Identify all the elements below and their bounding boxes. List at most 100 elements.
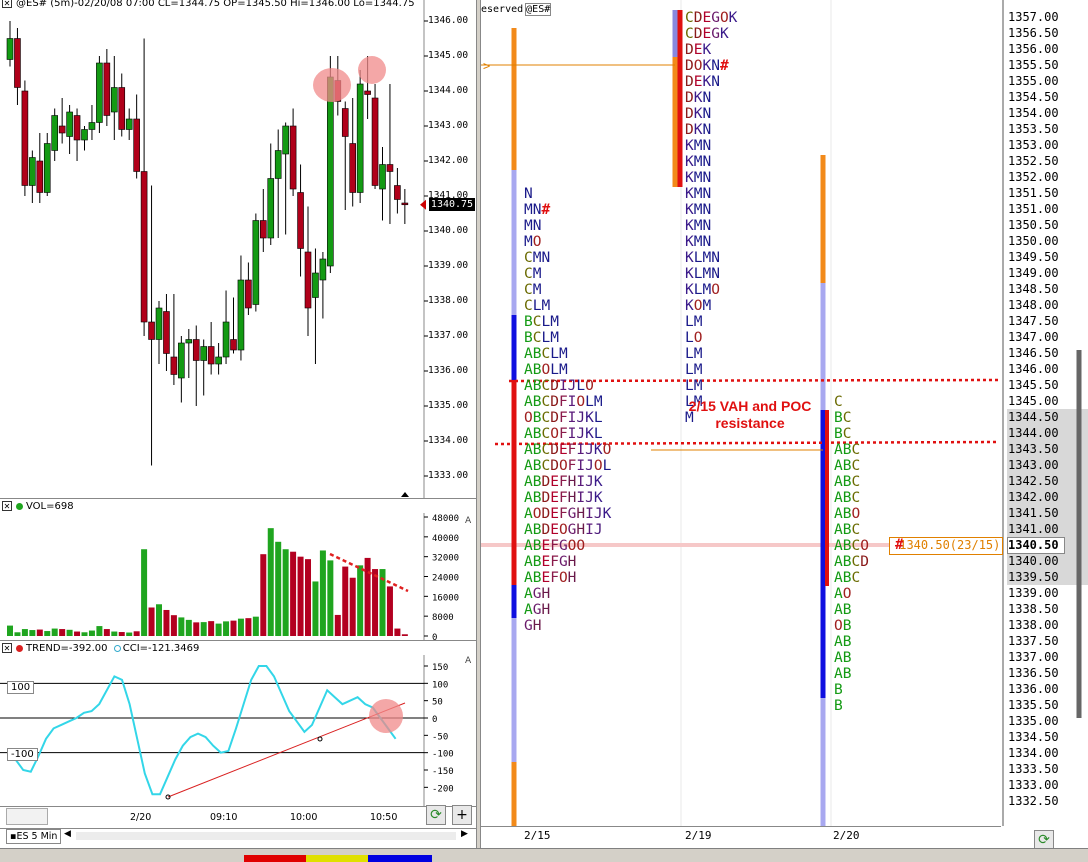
mp-price-tick-label: 1349.00 xyxy=(1008,266,1059,280)
scroll-right-arrow-icon[interactable]: ▶ xyxy=(461,829,468,839)
price-tick-label: 1333.00 xyxy=(428,470,469,481)
candle-body xyxy=(207,346,215,365)
tpo-letter: B xyxy=(842,666,852,682)
candle-body xyxy=(297,192,304,249)
volume-pane[interactable]: ✕ VOL=698 48000 40000 32000 24000 16000 8000 0 xyxy=(0,498,476,641)
axis-letter-price[interactable]: A xyxy=(465,516,471,526)
tpo-letter: O xyxy=(693,330,703,346)
tpo-letter: O xyxy=(576,538,586,554)
annotation-text: 2/15 VAH and POC resistance xyxy=(688,398,812,431)
tpo-letter: C xyxy=(524,250,533,266)
profile-2-19-row: LM xyxy=(685,314,737,330)
scroll-left-arrow-icon[interactable]: ◀ xyxy=(64,829,71,839)
tpo-letter: C xyxy=(541,442,551,458)
profile-2-19-row: KLMO xyxy=(685,282,737,298)
tpo-letter: K xyxy=(685,202,694,218)
market-profile-pane[interactable]: > eserved @ES# N MN# MN MO CMN CM CM CLM BCLM BCLM… xyxy=(481,0,1088,850)
volume-bar xyxy=(282,549,289,636)
tpo-letter: O xyxy=(541,362,551,378)
tpo-letter: N xyxy=(702,106,712,122)
mp-price-tick-label: 1343.50 xyxy=(1008,442,1059,456)
candle-body xyxy=(133,118,140,172)
candle-body xyxy=(43,143,51,193)
cci-tick-label: 150 xyxy=(432,663,448,673)
mp-price-tick-label: 1337.50 xyxy=(1008,634,1059,648)
tpo-letter: A xyxy=(834,442,843,458)
candle-body xyxy=(237,279,245,351)
candle-body xyxy=(401,202,409,206)
profile-2-19-row: KMN xyxy=(685,218,737,234)
volume-bar xyxy=(297,556,304,636)
candle-body xyxy=(140,171,148,323)
tpo-letter: N xyxy=(702,202,712,218)
mp-price-tick-label: 1351.50 xyxy=(1008,186,1059,200)
profile-2-15-row: ABCOFIJKL xyxy=(524,426,611,442)
profile-2-20-row: AB xyxy=(834,602,869,618)
tpo-letter: K xyxy=(702,42,712,58)
tpo-letter: L xyxy=(593,426,603,442)
volume-bar xyxy=(386,586,393,636)
mp-price-tick-label: 1334.00 xyxy=(1008,746,1059,760)
tpo-letter: D xyxy=(685,122,694,138)
mp-price-tick-label: 1342.50 xyxy=(1008,474,1059,488)
cci-pane[interactable]: ✕ TREND=-392.00 CCI=-121.3469 150 100 50 0 -5… xyxy=(0,640,476,807)
tpo-letter: A xyxy=(834,490,843,506)
mp-price-tick-label: 1333.00 xyxy=(1008,778,1059,792)
candle-body xyxy=(111,87,118,113)
tpo-letter: O xyxy=(532,234,542,250)
tpo-letter: C xyxy=(851,458,861,474)
tpo-letter: A xyxy=(834,458,843,474)
mp-header-text: eserved xyxy=(481,4,524,15)
profile-2-15-row: AGH xyxy=(524,602,611,618)
tpo-letter: D xyxy=(541,490,551,506)
tab-es-5min[interactable]: ▪ES 5 Min xyxy=(6,829,62,844)
mp-price-tick-label: 1344.00 xyxy=(1008,426,1059,440)
trend-pivot-marker xyxy=(317,736,323,742)
tpo-letter: L xyxy=(593,410,603,426)
cci-tick-label: 100 xyxy=(432,680,448,690)
volume-bar xyxy=(305,559,311,636)
plus-icon: + xyxy=(456,807,468,823)
profile-2-15-row: ABDEOGHIJ xyxy=(524,522,611,538)
volume-tick-label: 16000 xyxy=(432,593,459,603)
horizontal-scrollbar[interactable] xyxy=(76,832,456,840)
volume-bar xyxy=(237,618,244,636)
profile-2-20-row: ABCD xyxy=(834,554,869,570)
price-tick-label: 1346.00 xyxy=(428,15,469,26)
candle-body xyxy=(178,342,185,379)
tpo-letter: K xyxy=(585,410,594,426)
add-pane-button[interactable]: + xyxy=(452,805,472,825)
time-tick-label: 10:00 xyxy=(290,812,318,823)
tpo-letter: A xyxy=(524,426,533,442)
price-axis: 1346.00 1345.00 1344.00 1343.00 1342.00 1341.… xyxy=(424,0,476,498)
candlestick-chart[interactable] xyxy=(0,0,476,498)
profile-2-19-row: KMN xyxy=(685,170,737,186)
tpo-letter: E xyxy=(541,554,551,570)
volume-bar xyxy=(215,623,222,636)
tpo-letter: J xyxy=(585,490,594,506)
tpo-letter: C xyxy=(524,298,533,314)
price-chart-pane[interactable]: ✕ @ES# (5m)-02/20/08 07:00 CL=1344.75 OP=… xyxy=(0,0,476,498)
poc-bar xyxy=(825,410,829,586)
tpo-letter: L xyxy=(685,314,694,330)
volume-tick-label: 24000 xyxy=(432,574,459,584)
tpo-letter: O xyxy=(860,538,869,554)
tpo-letter: H xyxy=(576,522,586,538)
tpo-letter: A xyxy=(834,634,843,650)
tpo-letter: D xyxy=(550,458,559,474)
axis-letter-cci[interactable]: A xyxy=(465,656,471,666)
volume-bar xyxy=(66,629,73,636)
refresh-button[interactable]: ⟳ xyxy=(426,805,446,825)
refresh-button[interactable]: ⟳ xyxy=(1034,830,1054,850)
volume-bar xyxy=(44,631,51,636)
mp-date-label: 2/15 xyxy=(524,829,551,842)
volume-tick-label: 40000 xyxy=(432,534,459,544)
cci-chart: 150 100 50 0 -50 -100 -150 -200 xyxy=(0,655,454,807)
tpo-letter: O xyxy=(558,522,568,538)
range-bar-lavender xyxy=(672,10,678,57)
profile-2-19-row: CDEGOK xyxy=(685,10,737,26)
tpo-letter: A xyxy=(834,602,843,618)
volume-bar xyxy=(81,632,88,636)
profile-2-15-row: ABCDFIOLM xyxy=(524,394,611,410)
tpo-letter: A xyxy=(524,474,533,490)
